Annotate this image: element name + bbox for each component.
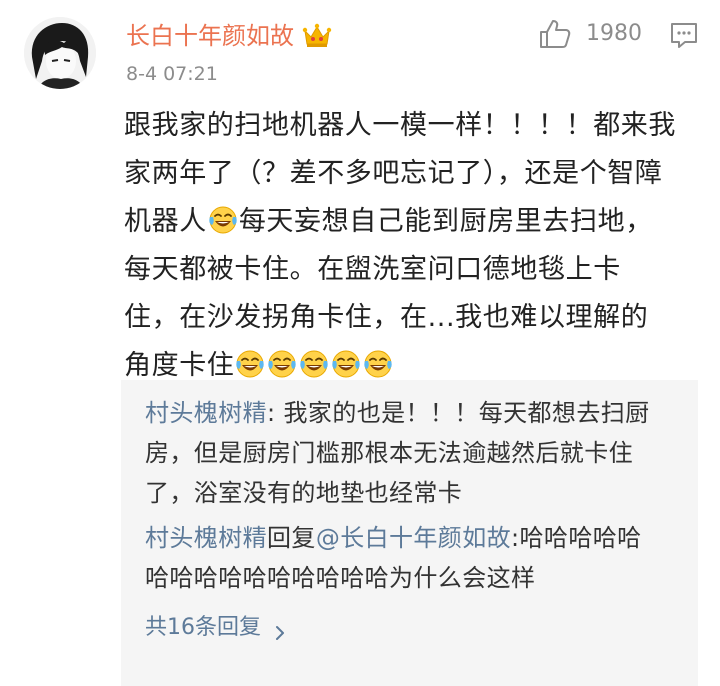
laughing-crying-emoji: [331, 347, 361, 378]
reply-line: 村头槐树精回复@长白十年颜如故:哈哈哈哈哈: [145, 518, 685, 558]
reply-line: 村头槐树精: 我家的也是！！！每天都想去扫厨: [145, 393, 685, 433]
laughing-crying-emoji: [235, 347, 265, 378]
reply-separator: :: [511, 524, 520, 552]
comment-line: 家两年了（？差不多吧忘记了），还是个智障: [124, 158, 663, 189]
comment-line: 机器人 每天妄想自己能到厨房里去扫地，: [124, 198, 698, 246]
reply-mention[interactable]: @长白十年颜如故: [316, 524, 511, 552]
reply-line: 了，浴室没有的地垫也经常卡: [145, 479, 463, 507]
reply-button[interactable]: [668, 19, 700, 51]
reply-item[interactable]: 村头槐树精回复@长白十年颜如故:哈哈哈哈哈 哈哈哈哈哈哈哈哈哈哈为什么会这样: [145, 518, 685, 598]
chevron-right-icon: [273, 620, 287, 640]
comment-line: 跟我家的扫地机器人一模一样！！！！都来我: [124, 110, 676, 141]
replies-panel: 村头槐树精: 我家的也是！！！每天都想去扫厨 房，但是厨房门槛那根本无法逾越然后…: [121, 380, 698, 686]
username[interactable]: 长白十年颜如故: [126, 20, 332, 52]
reply-separator: :: [267, 399, 284, 427]
laughing-crying-emoji: [208, 203, 238, 234]
reply-text: 我家的也是！！！每天都想去扫厨: [283, 399, 650, 427]
comment-line: 每天都被卡住。在盥洗室问口德地毯上卡: [124, 254, 621, 285]
reply-username[interactable]: 村头槐树精: [145, 399, 267, 427]
reply-comment-icon: [671, 23, 697, 48]
comment-text: 跟我家的扫地机器人一模一样！！！！都来我 家两年了（？差不多吧忘记了），还是个智…: [124, 102, 698, 390]
laughing-crying-emoji: [299, 347, 329, 378]
comment-timestamp: 8-4 07:21: [126, 63, 218, 85]
comment-line: 住，在沙发拐角卡住，在...我也难以理解的: [124, 302, 649, 333]
like-count: 1980: [586, 21, 642, 46]
thumbs-up-icon: [538, 18, 572, 50]
laughing-crying-emoji: [363, 347, 393, 378]
comment-segment: 每天妄想自己能到厨房里去扫地，: [238, 206, 653, 237]
like-button[interactable]: 1980: [538, 18, 642, 50]
total-replies-label: 共16条回复: [145, 615, 261, 640]
avatar[interactable]: [24, 17, 96, 89]
reply-text: 哈哈哈哈哈: [519, 524, 642, 552]
username-text[interactable]: 长白十年颜如故: [126, 20, 294, 52]
reply-username[interactable]: 村头槐树精: [145, 524, 267, 552]
vip-crown-icon: [302, 23, 332, 49]
reply-word: 回复: [267, 524, 316, 552]
reply-line: 哈哈哈哈哈哈哈哈哈哈为什么会这样: [145, 564, 536, 592]
reply-line: 房，但是厨房门槛那根本无法逾越然后就卡住: [145, 439, 633, 467]
view-all-replies-link[interactable]: 共16条回复: [145, 613, 287, 643]
comment-segment: 机器人: [124, 206, 207, 237]
reply-item[interactable]: 村头槐树精: 我家的也是！！！每天都想去扫厨 房，但是厨房门槛那根本无法逾越然后…: [145, 393, 685, 513]
comment-segment: 角度卡住: [124, 350, 235, 381]
laughing-crying-emoji: [267, 347, 297, 378]
